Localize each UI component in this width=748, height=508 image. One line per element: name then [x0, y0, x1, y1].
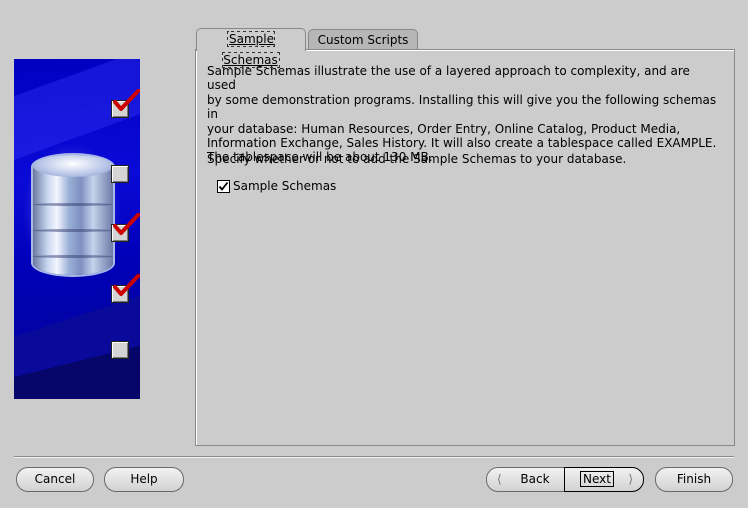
wizard-step-4 — [111, 274, 140, 303]
tab-custom-scripts[interactable]: Custom Scripts — [308, 29, 418, 50]
description-line: Sample Schemas illustrate the use of a l… — [207, 64, 690, 93]
finish-button[interactable]: Finish — [655, 467, 733, 492]
checkmark-icon — [113, 213, 140, 235]
next-button[interactable]: Next ⟩ — [564, 467, 644, 492]
database-ring — [33, 203, 113, 206]
button-divider — [14, 456, 734, 458]
database-ring — [33, 229, 113, 232]
button-label: Next — [580, 471, 614, 487]
description-line: Information Exchange, Sales History. It … — [207, 136, 717, 151]
button-label: Back — [520, 472, 550, 486]
database-ring — [33, 255, 113, 258]
description-text: Sample Schemas illustrate the use of a l… — [207, 64, 717, 165]
wizard-step-3 — [111, 213, 140, 242]
checkmark-icon — [113, 274, 140, 296]
cancel-button[interactable]: Cancel — [16, 467, 94, 492]
checkmark-icon — [113, 89, 140, 111]
tab-label: Custom Scripts — [317, 33, 409, 47]
tab-content-panel: Sample Schemas illustrate the use of a l… — [195, 49, 735, 446]
sample-schemas-checkbox[interactable] — [217, 179, 230, 193]
sample-schemas-label[interactable]: Sample Schemas — [233, 179, 336, 193]
back-button[interactable]: ⟨ Back — [486, 467, 566, 492]
help-button[interactable]: Help — [104, 467, 184, 492]
wizard-side-graphic — [14, 59, 140, 399]
button-label: Help — [130, 472, 158, 486]
button-label: Finish — [676, 472, 712, 486]
tab-sample-schemas[interactable]: Sample Schemas — [196, 28, 306, 68]
checkmark-icon — [218, 181, 229, 191]
chevron-left-icon: ⟨ — [497, 472, 502, 486]
description-line: by some demonstration programs. Installi… — [207, 92, 717, 122]
instruction-text: Specify whether or not to add the Sample… — [207, 152, 627, 166]
chevron-right-icon: ⟩ — [628, 472, 633, 486]
sample-schemas-option[interactable]: Sample Schemas — [217, 179, 336, 193]
database-icon — [33, 155, 113, 275]
wizard-step-5 — [111, 341, 129, 359]
wizard-step-2 — [111, 165, 129, 183]
button-label: Cancel — [34, 472, 76, 486]
wizard-step-1 — [111, 89, 140, 118]
tab-label: Sample Schemas — [222, 31, 280, 68]
description-line: your database: Human Resources, Order En… — [207, 121, 681, 136]
